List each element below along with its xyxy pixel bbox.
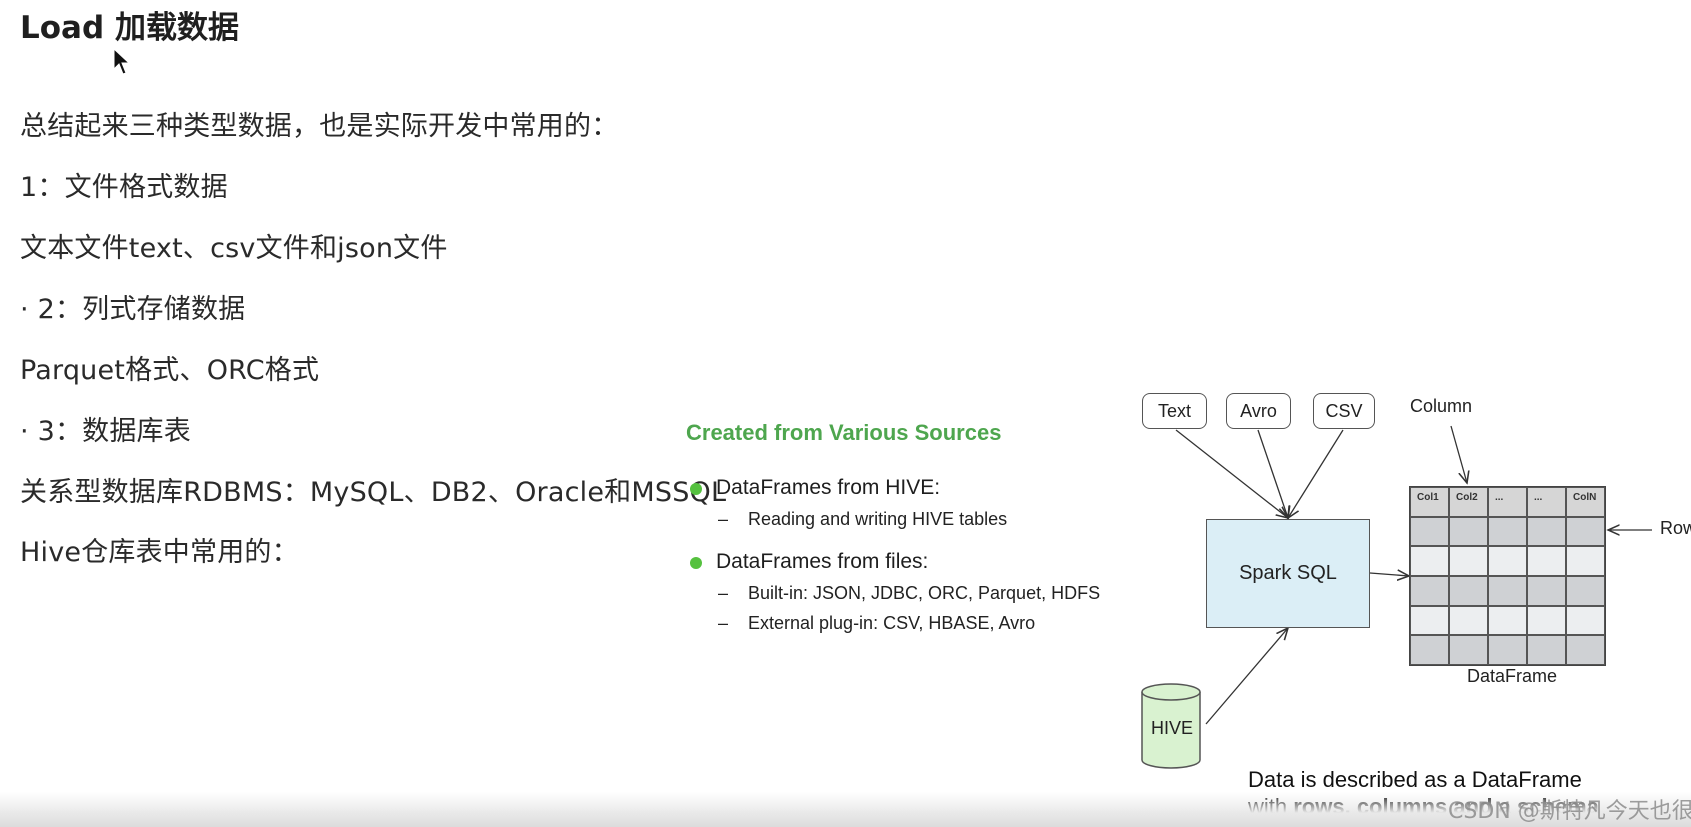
slide-title: Created from Various Sources xyxy=(686,420,1002,445)
mouse-pointer-icon xyxy=(113,48,131,75)
grid-cell xyxy=(1527,635,1566,665)
dataframe-grid: Col1 Col2 ... ... ColN xyxy=(1409,486,1606,666)
grid-cell xyxy=(1410,516,1449,547)
bullet-label: DataFrames from HIVE: xyxy=(716,476,941,499)
arrow-text-to-spark xyxy=(1175,429,1288,518)
grid-cell xyxy=(1566,635,1605,665)
hive-line: Hive仓库表中常用的： xyxy=(20,537,299,568)
grid-cell xyxy=(1410,635,1449,665)
sub-bullet-text: External plug-in: CSV, HBASE, Avro xyxy=(748,613,1036,633)
grid-cell xyxy=(1566,546,1605,576)
grid-cell xyxy=(1488,546,1527,576)
column-label: Column xyxy=(1410,396,1473,416)
row-label: Row xyxy=(1660,518,1691,538)
type-1-heading: 1：文件格式数据 xyxy=(20,172,228,203)
type-1-detail: 文本文件text、csv文件和json文件 xyxy=(20,233,448,264)
arrow-hive-to-spark xyxy=(1205,628,1288,725)
dataframe-label: DataFrame xyxy=(1467,666,1558,686)
video-bottom-bar xyxy=(0,792,1691,827)
grid-cell xyxy=(1449,635,1488,665)
grid-cell xyxy=(1527,516,1566,547)
grid-cell xyxy=(1527,605,1566,636)
caption-line-1: Data is described as a DataFrame xyxy=(1248,767,1582,792)
slide-sub-bullet: – Reading and writing HIVE tables xyxy=(718,509,1008,529)
grid-cell xyxy=(1449,546,1488,576)
grid-cell xyxy=(1449,605,1488,636)
green-hexagon-bullet-icon xyxy=(690,483,702,495)
grid-header: ColN xyxy=(1566,487,1605,517)
page-title: Load 加载数据 xyxy=(20,10,239,46)
type-2-heading: · 2：列式存储数据 xyxy=(20,294,246,325)
grid-cell xyxy=(1566,516,1605,547)
type-3-heading: · 3：数据库表 xyxy=(20,416,191,447)
slide-sub-bullet: – Built-in: JSON, JDBC, ORC, Parquet, HDF… xyxy=(718,583,1101,603)
slide-bullet: DataFrames from files: xyxy=(690,550,929,574)
type-3-detail: 关系型数据库RDBMS：MySQL、DB2、Oracle和MSSQL xyxy=(20,477,727,508)
grid-cell xyxy=(1410,605,1449,636)
slide-sub-bullet: – External plug-in: CSV, HBASE, Avro xyxy=(718,613,1036,633)
grid-cell xyxy=(1410,575,1449,606)
grid-cell xyxy=(1488,516,1527,547)
grid-cell xyxy=(1488,605,1527,636)
grid-cell xyxy=(1566,605,1605,636)
grid-header: Col2 xyxy=(1449,487,1488,517)
grid-header: ... xyxy=(1527,487,1566,517)
grid-cell xyxy=(1488,575,1527,606)
sub-bullet-text: Built-in: JSON, JDBC, ORC, Parquet, HDFS xyxy=(748,583,1101,603)
green-hexagon-bullet-icon xyxy=(690,557,702,569)
grid-cell xyxy=(1566,575,1605,606)
arrow-column-pointer xyxy=(1450,425,1467,483)
grid-cell xyxy=(1527,546,1566,576)
grid-cell xyxy=(1449,575,1488,606)
grid-cell xyxy=(1488,635,1527,665)
hive-label: HIVE xyxy=(1151,718,1194,738)
watermark: CSDN @斯特凡今天也很帅 xyxy=(1448,799,1691,824)
source-text-box: Text xyxy=(1142,393,1207,429)
arrow-csv-to-spark xyxy=(1288,429,1344,518)
type-2-detail: Parquet格式、ORC格式 xyxy=(20,355,320,386)
source-avro-box: Avro xyxy=(1226,393,1291,429)
summary-line: 总结起来三种类型数据，也是实际开发中常用的： xyxy=(20,111,619,142)
bullet-label: DataFrames from files: xyxy=(716,550,929,573)
arrow-avro-to-spark xyxy=(1257,429,1288,518)
slide-bullet: DataFrames from HIVE: xyxy=(690,476,941,500)
grid-header: ... xyxy=(1488,487,1527,517)
grid-cell xyxy=(1410,546,1449,576)
grid-header: Col1 xyxy=(1410,487,1449,517)
grid-cell xyxy=(1527,575,1566,606)
arrow-spark-to-dataframe xyxy=(1369,573,1409,576)
grid-cell xyxy=(1449,516,1488,547)
spark-sql-box: Spark SQL xyxy=(1206,519,1370,628)
sub-bullet-text: Reading and writing HIVE tables xyxy=(748,509,1008,529)
source-csv-box: CSV xyxy=(1313,393,1375,429)
